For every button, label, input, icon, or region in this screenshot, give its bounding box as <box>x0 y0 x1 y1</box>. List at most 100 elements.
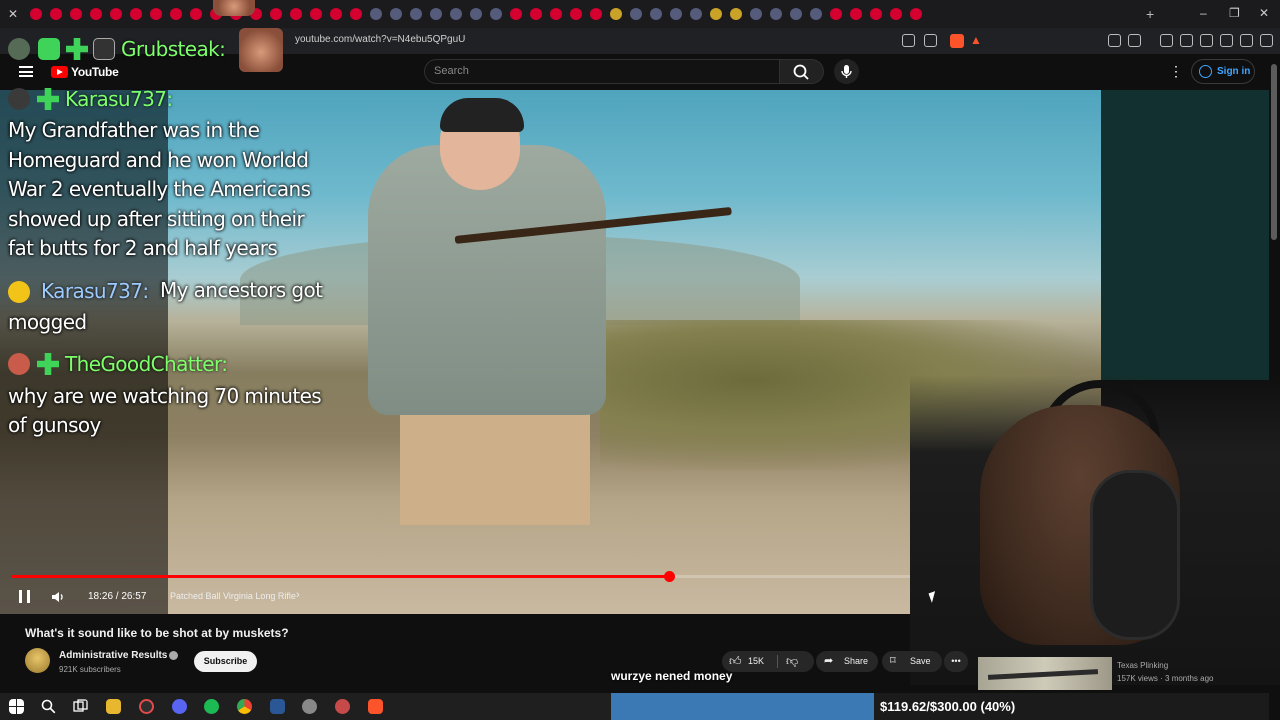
windows-start-icon[interactable] <box>9 699 24 714</box>
tab-icon[interactable] <box>610 8 622 20</box>
tab-icon[interactable] <box>730 8 742 20</box>
app-icon[interactable] <box>335 699 350 714</box>
share-page-icon[interactable] <box>924 34 937 47</box>
tab-icon[interactable] <box>330 8 342 20</box>
tab-icon[interactable] <box>810 8 822 20</box>
channel-avatar[interactable] <box>25 648 50 673</box>
sidebar-icon[interactable] <box>1180 34 1193 47</box>
share-button[interactable]: ➦ Share <box>816 651 878 672</box>
media-icon[interactable] <box>1160 34 1173 47</box>
tab-icon[interactable] <box>690 8 702 20</box>
tab-icon[interactable] <box>650 8 662 20</box>
tab-icon[interactable] <box>450 8 462 20</box>
chevron-right-icon[interactable]: › <box>296 589 300 601</box>
tab-icon[interactable] <box>590 8 602 20</box>
tab-icon[interactable] <box>890 8 902 20</box>
chrome-icon[interactable] <box>237 699 252 714</box>
task-view-icon[interactable] <box>73 699 88 714</box>
tab-icon[interactable] <box>310 8 322 20</box>
tab-icon[interactable] <box>830 8 842 20</box>
url-field[interactable]: youtube.com/watch?v=N4ebu5QPguU <box>295 34 465 45</box>
tab-icon[interactable] <box>530 8 542 20</box>
screen: ✕ + – ❐ ✕ youtube.com/watch?v=N4ebu5QPgu… <box>0 0 1280 720</box>
recommended-channel[interactable]: Texas Plinking <box>1117 661 1168 670</box>
search-icon[interactable] <box>41 699 56 714</box>
brave-rewards-icon[interactable]: ▲ <box>970 33 982 47</box>
hamburger-menu-icon[interactable] <box>19 66 33 77</box>
scrollbar-thumb[interactable] <box>1271 64 1277 240</box>
search-button[interactable] <box>780 59 824 84</box>
tab-icon[interactable] <box>670 8 682 20</box>
brave-shields-icon[interactable] <box>950 34 964 48</box>
tab-icon[interactable] <box>90 8 102 20</box>
new-tab-icon[interactable]: + <box>1146 6 1154 22</box>
tab-icon[interactable] <box>490 8 502 20</box>
more-actions-button[interactable]: ••• <box>944 651 968 672</box>
search-input[interactable] <box>424 59 780 84</box>
thumbs-down-icon[interactable]: 👎︎ <box>786 651 798 672</box>
tab-icon[interactable] <box>70 8 82 20</box>
tab-icon[interactable] <box>350 8 362 20</box>
file-explorer-icon[interactable] <box>106 699 121 714</box>
brave-browser-icon[interactable] <box>368 699 383 714</box>
tab-icon[interactable] <box>710 8 722 20</box>
youtube-logo-icon[interactable] <box>51 66 68 78</box>
extension-icon[interactable] <box>1108 34 1121 47</box>
wallet-icon[interactable] <box>1200 34 1213 47</box>
like-count[interactable]: 15K <box>748 651 764 672</box>
restore-icon[interactable]: ❐ <box>1229 6 1240 20</box>
tab-icon[interactable] <box>410 8 422 20</box>
menu-icon[interactable] <box>1260 34 1273 47</box>
tab-icon[interactable] <box>750 8 762 20</box>
tab-icon[interactable] <box>30 8 42 20</box>
channel-name[interactable]: Administrative Results <box>59 650 167 661</box>
close-window-icon[interactable]: ✕ <box>1259 6 1269 20</box>
vpn-icon[interactable] <box>1240 34 1253 47</box>
chat-message-line: of gunsoy <box>8 413 101 437</box>
tab-icon[interactable] <box>790 8 802 20</box>
tab-icon[interactable] <box>290 8 302 20</box>
tab-icon[interactable] <box>190 8 202 20</box>
cast-icon[interactable] <box>902 34 915 47</box>
tab-icon[interactable] <box>370 8 382 20</box>
browser-tab-strip: ✕ + – ❐ ✕ <box>0 0 1280 28</box>
volume-icon[interactable] <box>52 591 66 603</box>
progress-scrubber[interactable] <box>663 571 675 582</box>
webcam-headset <box>1090 470 1180 640</box>
tab-icon[interactable] <box>770 8 782 20</box>
share-icon: ➦ <box>824 655 834 667</box>
tab-icon[interactable] <box>910 8 922 20</box>
close-tab-icon[interactable]: ✕ <box>6 7 20 21</box>
tab-icon[interactable] <box>150 8 162 20</box>
tab-icon[interactable] <box>630 8 642 20</box>
progress-bar[interactable] <box>12 571 972 582</box>
pause-icon[interactable] <box>19 590 30 603</box>
tab-icon[interactable] <box>510 8 522 20</box>
save-button[interactable]: ⌑ Save <box>882 651 942 672</box>
spotify-icon[interactable] <box>204 699 219 714</box>
tab-icon[interactable] <box>550 8 562 20</box>
tab-icon[interactable] <box>430 8 442 20</box>
tab-icon[interactable] <box>470 8 482 20</box>
obs-icon[interactable] <box>139 699 154 714</box>
app-icon[interactable] <box>270 699 285 714</box>
minimize-icon[interactable]: – <box>1200 6 1207 20</box>
more-options-icon[interactable]: ⋮ <box>1169 64 1183 78</box>
tab-icon[interactable] <box>570 8 582 20</box>
tab-icon[interactable] <box>390 8 402 20</box>
youtube-wordmark[interactable]: YouTube <box>71 65 119 79</box>
leo-icon[interactable] <box>1220 34 1233 47</box>
tab-icon[interactable] <box>870 8 882 20</box>
extension-icon[interactable] <box>1128 34 1141 47</box>
app-icon[interactable] <box>302 699 317 714</box>
voice-search-button[interactable] <box>834 59 859 84</box>
tab-icon[interactable] <box>50 8 62 20</box>
tab-icon[interactable] <box>270 8 282 20</box>
tab-icon[interactable] <box>850 8 862 20</box>
tab-icon[interactable] <box>130 8 142 20</box>
tab-icon[interactable] <box>170 8 182 20</box>
chapter-title[interactable]: Patched Ball Virginia Long Rifle <box>170 591 296 601</box>
discord-icon[interactable] <box>172 699 187 714</box>
tab-icon[interactable] <box>110 8 122 20</box>
subscribe-button[interactable]: Subscribe <box>194 651 257 672</box>
